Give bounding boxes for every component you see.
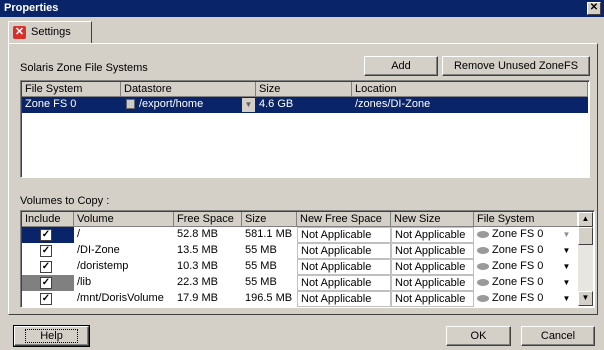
new-free-space-cell[interactable]: Not Applicable bbox=[297, 259, 391, 275]
new-size-cell[interactable]: Not Applicable bbox=[391, 291, 474, 307]
properties-window: Properties ✕ ✕ Settings Solaris Zone Fil… bbox=[0, 0, 604, 350]
file-system-value: Zone FS 0 bbox=[492, 292, 544, 304]
column-header-size[interactable]: Size bbox=[242, 212, 297, 227]
zonefs-file-system-cell: Zone FS 0 bbox=[25, 98, 77, 110]
include-checkbox[interactable]: ✓ bbox=[40, 261, 52, 273]
new-size-cell[interactable]: Not Applicable bbox=[391, 227, 474, 243]
include-checkbox[interactable]: ✓ bbox=[40, 245, 52, 257]
free-space-cell: 13.5 MB bbox=[177, 244, 218, 256]
free-space-cell: 17.9 MB bbox=[177, 292, 218, 304]
disk-icon bbox=[477, 230, 489, 238]
chevron-down-icon[interactable]: ▼ bbox=[560, 244, 573, 258]
disk-icon bbox=[477, 278, 489, 286]
volume-cell: /lib bbox=[77, 276, 92, 288]
chevron-down-icon[interactable]: ▼ bbox=[560, 260, 573, 274]
column-header-include[interactable]: Include bbox=[22, 212, 74, 227]
window-title: Properties bbox=[4, 2, 59, 14]
volumes-section-label: Volumes to Copy : bbox=[20, 195, 110, 207]
help-button[interactable]: Help bbox=[13, 325, 90, 347]
size-cell: 55 MB bbox=[245, 244, 277, 256]
scroll-down-icon[interactable]: ▼ bbox=[578, 291, 593, 306]
tab-settings[interactable]: ✕ Settings bbox=[8, 21, 92, 43]
volumes-scrollbar[interactable]: ▲ ▼ bbox=[578, 212, 593, 306]
size-cell: 55 MB bbox=[245, 260, 277, 272]
help-button-label: Help bbox=[25, 329, 78, 343]
zonefs-table-header: File System Datastore Size Location bbox=[22, 82, 588, 97]
column-header-new-size[interactable]: New Size bbox=[391, 212, 474, 227]
settings-x-icon: ✕ bbox=[13, 26, 26, 39]
chevron-down-icon[interactable]: ▼ bbox=[560, 292, 573, 306]
zonefs-table: File System Datastore Size Location Zone… bbox=[20, 80, 590, 178]
new-free-space-cell[interactable]: Not Applicable bbox=[297, 291, 391, 307]
table-row[interactable]: ✓ /doristemp 10.3 MB 55 MB Not Applicabl… bbox=[22, 259, 579, 275]
new-size-cell[interactable]: Not Applicable bbox=[391, 259, 474, 275]
volume-cell: /DI-Zone bbox=[77, 244, 120, 256]
column-header-datastore[interactable]: Datastore bbox=[121, 82, 256, 97]
scroll-up-icon[interactable]: ▲ bbox=[578, 212, 593, 227]
column-header-file-system[interactable]: File System bbox=[474, 212, 579, 227]
add-button[interactable]: Add bbox=[364, 56, 438, 76]
column-header-volume[interactable]: Volume bbox=[74, 212, 174, 227]
file-system-value: Zone FS 0 bbox=[492, 244, 544, 256]
chevron-down-icon[interactable]: ▼ bbox=[242, 98, 255, 112]
volumes-table-header: Include Volume Free Space Size New Free … bbox=[22, 212, 579, 227]
zonefs-datastore-value: /export/home bbox=[139, 98, 204, 110]
zonefs-size-cell: 4.6 GB bbox=[259, 98, 294, 110]
file-system-value: Zone FS 0 bbox=[492, 228, 544, 240]
volumes-table: Include Volume Free Space Size New Free … bbox=[20, 210, 595, 308]
tab-settings-label: Settings bbox=[31, 26, 71, 38]
table-row[interactable]: ✓ /mnt/DorisVolume 17.9 MB 196.5 MB Not … bbox=[22, 291, 579, 307]
table-row[interactable]: Zone FS 0 /export/home ▼ 4.6 GB /zones/D… bbox=[22, 97, 588, 113]
new-size-cell[interactable]: Not Applicable bbox=[391, 243, 474, 259]
size-cell: 55 MB bbox=[245, 276, 277, 288]
include-checkbox[interactable]: ✓ bbox=[40, 229, 52, 241]
zonefs-datastore-cell[interactable]: /export/home bbox=[121, 97, 256, 113]
volume-cell: /mnt/DorisVolume bbox=[77, 292, 164, 304]
new-size-cell[interactable]: Not Applicable bbox=[391, 275, 474, 291]
new-free-space-cell[interactable]: Not Applicable bbox=[297, 227, 391, 243]
zonefs-location-cell: /zones/DI-Zone bbox=[355, 98, 431, 110]
column-header-file-system[interactable]: File System bbox=[22, 82, 121, 97]
size-cell: 581.1 MB bbox=[245, 228, 293, 240]
file-system-value: Zone FS 0 bbox=[492, 260, 544, 272]
column-header-new-free-space[interactable]: New Free Space bbox=[297, 212, 391, 227]
free-space-cell: 22.3 MB bbox=[177, 276, 218, 288]
include-checkbox[interactable]: ✓ bbox=[40, 293, 52, 305]
title-bar: Properties ✕ bbox=[0, 0, 604, 17]
column-header-location[interactable]: Location bbox=[352, 82, 588, 97]
column-header-size[interactable]: Size bbox=[256, 82, 352, 97]
table-row[interactable]: ✓ /lib 22.3 MB 55 MB Not Applicable Not … bbox=[22, 275, 579, 291]
new-free-space-cell[interactable]: Not Applicable bbox=[297, 243, 391, 259]
new-free-space-cell[interactable]: Not Applicable bbox=[297, 275, 391, 291]
free-space-cell: 10.3 MB bbox=[177, 260, 218, 272]
table-row[interactable]: ✓ / 52.8 MB 581.1 MB Not Applicable Not … bbox=[22, 227, 579, 243]
table-row[interactable]: ✓ /DI-Zone 13.5 MB 55 MB Not Applicable … bbox=[22, 243, 579, 259]
size-cell: 196.5 MB bbox=[245, 292, 293, 304]
chevron-down-icon[interactable]: ▼ bbox=[560, 228, 573, 242]
cancel-button[interactable]: Cancel bbox=[521, 326, 595, 346]
free-space-cell: 52.8 MB bbox=[177, 228, 218, 240]
disk-icon bbox=[477, 246, 489, 254]
close-icon[interactable]: ✕ bbox=[587, 2, 601, 15]
zonefs-section-label: Solaris Zone File Systems bbox=[20, 62, 148, 74]
column-header-free-space[interactable]: Free Space bbox=[174, 212, 242, 227]
disk-icon bbox=[477, 262, 489, 270]
include-checkbox[interactable]: ✓ bbox=[40, 277, 52, 289]
datastore-icon bbox=[126, 99, 135, 110]
chevron-down-icon[interactable]: ▼ bbox=[560, 276, 573, 290]
remove-unused-zonefs-button[interactable]: Remove Unused ZoneFS bbox=[442, 56, 590, 76]
disk-icon bbox=[477, 294, 489, 302]
ok-button[interactable]: OK bbox=[446, 326, 511, 346]
scrollbar-thumb[interactable] bbox=[578, 227, 593, 245]
file-system-value: Zone FS 0 bbox=[492, 276, 544, 288]
volume-cell: /doristemp bbox=[77, 260, 129, 272]
volume-cell: / bbox=[77, 228, 81, 240]
